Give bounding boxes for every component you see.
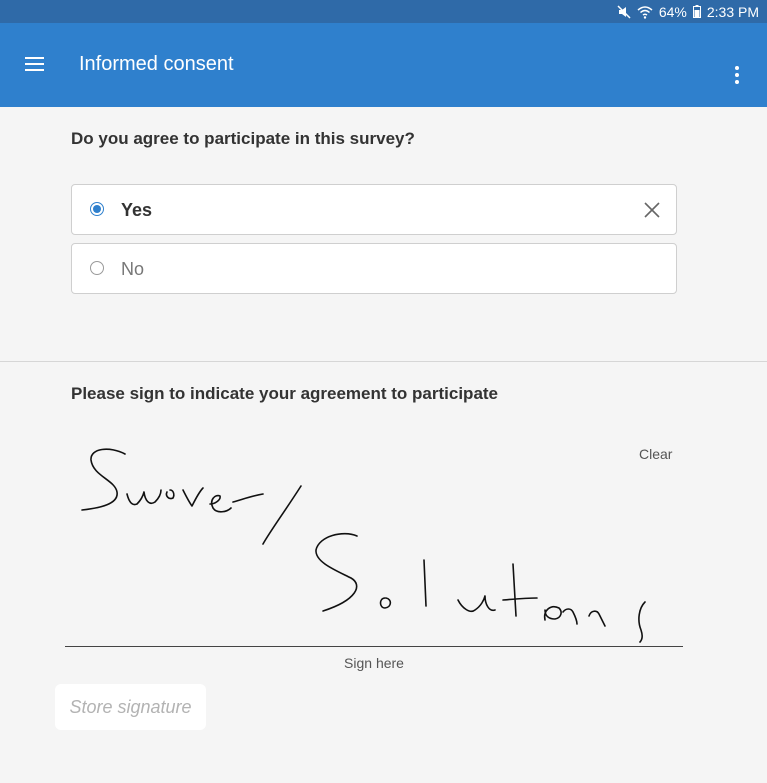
sign-here-label: Sign here [344,655,404,671]
consent-question: Do you agree to participate in this surv… [71,129,415,148]
signature-pad[interactable] [65,430,685,648]
clear-answer-icon[interactable] [643,201,661,219]
more-vert-icon[interactable] [726,65,748,87]
app-bar: Informed consent [0,23,767,107]
option-yes[interactable]: Yes [71,184,677,235]
option-no[interactable]: No [71,243,677,294]
section-divider [0,361,767,362]
radio-no[interactable] [90,261,104,275]
mute-icon [617,4,631,19]
option-no-label: No [121,259,145,279]
clear-signature-button[interactable]: Clear [639,446,672,462]
signature-prompt: Please sign to indicate your agreement t… [71,384,499,403]
page-title: Informed consent [79,53,234,75]
wifi-icon [637,5,653,19]
radio-yes[interactable] [90,202,104,216]
signature-line [65,646,683,647]
store-signature-button[interactable]: Store signature [55,684,206,730]
signature-drawing [81,448,646,643]
menu-icon[interactable] [24,53,46,75]
clock: 2:33 PM [706,3,759,20]
battery-level: 64% [658,3,687,20]
option-yes-label: Yes [121,200,153,220]
battery-icon [692,5,701,18]
status-bar: 64% 2:33 PM [0,0,767,23]
